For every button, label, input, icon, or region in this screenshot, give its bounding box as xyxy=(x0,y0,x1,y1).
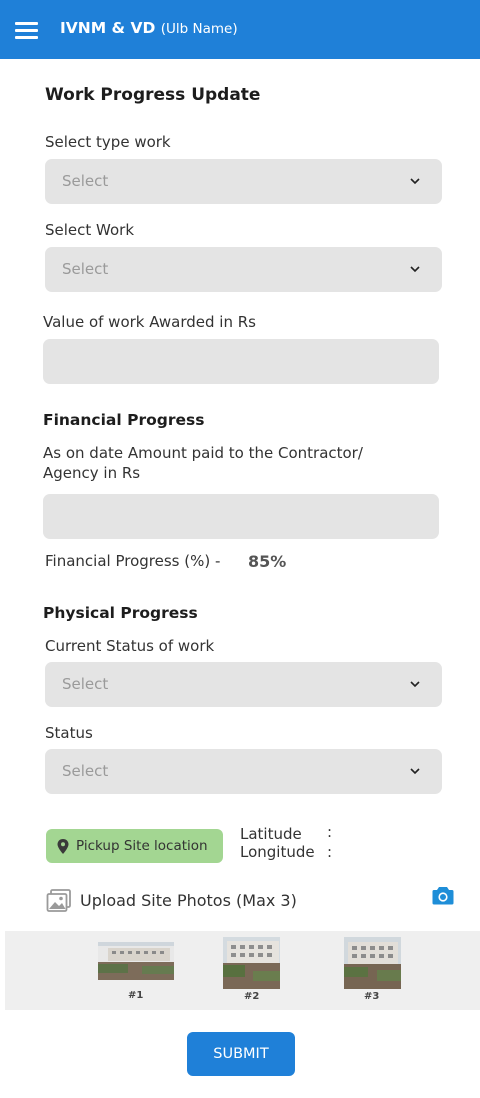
pickup-site-location-label: Pickup Site location xyxy=(76,838,208,854)
hamburger-menu-icon[interactable] xyxy=(15,20,39,39)
page-title: Work Progress Update xyxy=(45,85,261,105)
current-status-label: Current Status of work xyxy=(45,637,215,655)
app-title: IVNM & VD (Ulb Name) xyxy=(60,19,238,37)
site-photo-1-caption: #1 xyxy=(128,990,144,1001)
site-photo-3-caption: #3 xyxy=(364,991,380,1002)
pickup-site-location-button[interactable]: Pickup Site location xyxy=(46,829,223,863)
app-bar: IVNM & VD (Ulb Name) xyxy=(0,0,480,59)
chevron-down-icon xyxy=(410,681,420,688)
amount-paid-label-line2: Agency in Rs xyxy=(43,464,141,482)
type-work-select[interactable]: Select xyxy=(45,159,442,204)
work-select[interactable]: Select xyxy=(45,247,442,292)
site-photo-3[interactable] xyxy=(344,937,401,989)
site-photo-2[interactable] xyxy=(223,937,280,989)
financial-progress-percent-value: 85% xyxy=(248,552,287,571)
amount-paid-input[interactable] xyxy=(43,494,439,539)
status-label: Status xyxy=(45,724,93,742)
submit-button[interactable]: SUBMIT xyxy=(187,1032,295,1076)
type-work-label: Select type work xyxy=(45,133,171,151)
longitude-separator: : xyxy=(327,843,333,861)
location-pin-icon xyxy=(57,839,69,854)
chevron-down-icon xyxy=(410,768,420,775)
work-placeholder: Select xyxy=(62,260,109,278)
work-label: Select Work xyxy=(45,221,135,239)
chevron-down-icon xyxy=(410,178,420,185)
status-placeholder: Select xyxy=(62,762,109,780)
amount-paid-label-line1: As on date Amount paid to the Contractor… xyxy=(43,444,363,462)
current-status-placeholder: Select xyxy=(62,675,109,693)
latitude-label: Latitude xyxy=(240,825,302,843)
financial-progress-heading: Financial Progress xyxy=(43,411,205,429)
image-gallery-icon xyxy=(46,889,71,912)
camera-icon[interactable] xyxy=(432,885,454,905)
value-awarded-label: Value of work Awarded in Rs xyxy=(43,313,256,331)
photo-strip: #1 #2 #3 xyxy=(5,931,480,1010)
site-photo-1[interactable] xyxy=(98,942,174,980)
latitude-separator: : xyxy=(327,823,333,841)
physical-progress-heading: Physical Progress xyxy=(43,604,198,622)
value-awarded-input[interactable] xyxy=(43,339,439,384)
upload-site-photos-label: Upload Site Photos (Max 3) xyxy=(80,891,297,910)
status-select[interactable]: Select xyxy=(45,749,442,794)
chevron-down-icon xyxy=(410,266,420,273)
longitude-label: Longitude xyxy=(240,843,315,861)
current-status-select[interactable]: Select xyxy=(45,662,442,707)
app-title-main: IVNM & VD xyxy=(60,19,156,37)
type-work-placeholder: Select xyxy=(62,172,109,190)
site-photo-2-caption: #2 xyxy=(244,991,260,1002)
app-title-ulb-name: (Ulb Name) xyxy=(160,21,238,37)
financial-progress-percent-label: Financial Progress (%) - xyxy=(45,552,221,570)
